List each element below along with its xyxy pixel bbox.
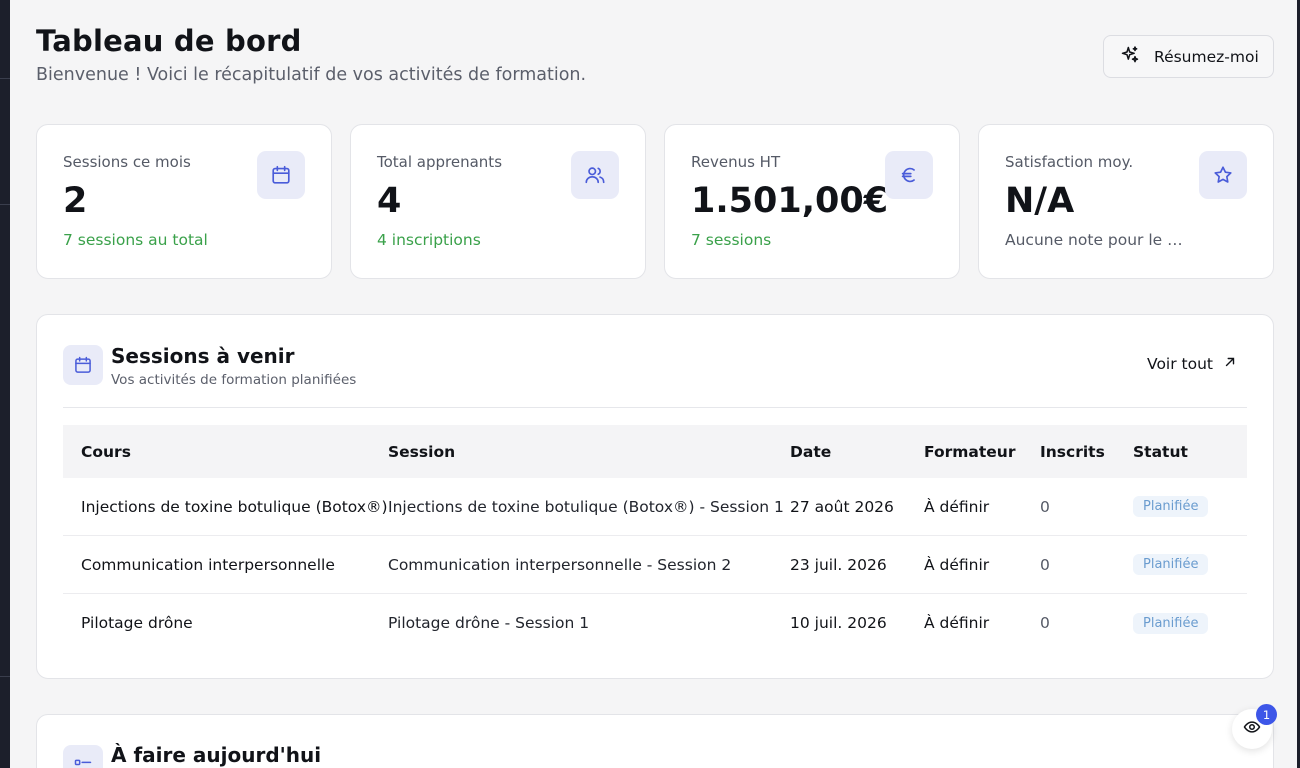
column-header[interactable]: Date <box>790 443 924 461</box>
column-header[interactable]: Cours <box>63 443 388 461</box>
column-header[interactable]: Formateur <box>924 443 1040 461</box>
page-title: Tableau de bord <box>36 24 302 58</box>
cell-enrolled: 0 <box>1040 614 1050 632</box>
calendar-icon <box>63 345 103 385</box>
cell-status: Planifiée <box>1133 496 1247 517</box>
cell-session: Injections de toxine botulique (Botox®) … <box>388 497 784 516</box>
cell-session: Pilotage drône - Session 1 <box>388 614 590 632</box>
stat-card-revenue: Revenus HT 1.501,00€ 7 sessions <box>664 124 960 279</box>
summarize-label: Résumez-moi <box>1154 47 1259 66</box>
cell-date: 10 juil. 2026 <box>790 614 887 632</box>
column-header[interactable]: Statut <box>1133 443 1247 461</box>
stat-card-satisfaction: Satisfaction moy. N/A Aucune note pour l… <box>978 124 1274 279</box>
stat-label: Total apprenants <box>377 153 503 171</box>
summarize-button[interactable]: Résumez-moi <box>1103 35 1274 78</box>
page-header: Tableau de bord Bienvenue ! Voici le réc… <box>36 0 1274 110</box>
cell-course: Pilotage drône <box>81 614 193 632</box>
notification-badge: 1 <box>1256 704 1277 725</box>
cell-session: Communication interpersonnelle - Session… <box>388 555 732 574</box>
stat-label: Revenus HT <box>691 153 781 171</box>
stat-sub: Aucune note pour le m... <box>1005 231 1185 249</box>
stat-card-sessions: Sessions ce mois 2 7 sessions au total <box>36 124 332 279</box>
cell-course: Injections de toxine botulique (Botox®) <box>81 497 388 516</box>
cell-course: Communication interpersonnelle <box>81 555 335 574</box>
upcoming-sessions-card: Sessions à venir Vos activités de format… <box>36 314 1274 679</box>
section-title: À faire aujourd'hui <box>111 743 322 767</box>
see-all-label: Voir tout <box>1147 355 1213 373</box>
stat-sub: 4 inscriptions <box>377 231 481 249</box>
stat-label: Satisfaction moy. <box>1005 153 1134 171</box>
table-row[interactable]: Communication interpersonnelle Communica… <box>63 536 1247 594</box>
cell-status: Planifiée <box>1133 612 1247 634</box>
stat-label: Sessions ce mois <box>63 153 191 171</box>
users-icon <box>571 151 619 199</box>
cell-status: Planifiée <box>1133 554 1247 575</box>
cell-enrolled: 0 <box>1040 555 1050 574</box>
stat-sub: 7 sessions <box>691 231 772 249</box>
cell-date: 27 août 2026 <box>790 497 894 516</box>
cell-trainer: À définir <box>924 497 990 516</box>
divider <box>63 407 1247 408</box>
cell-trainer: À définir <box>924 614 990 632</box>
stat-value: N/A <box>1005 181 1075 221</box>
cell-trainer: À définir <box>924 555 990 574</box>
cell-enrolled: 0 <box>1040 497 1050 516</box>
table-row[interactable]: Injections de toxine botulique (Botox®) … <box>63 478 1247 536</box>
checklist-icon <box>63 745 103 768</box>
column-header[interactable]: Inscrits <box>1040 443 1133 461</box>
table-row[interactable]: Pilotage drône Pilotage drône - Session … <box>63 594 1247 652</box>
app-sidebar-edge <box>0 0 10 768</box>
stat-sub: 7 sessions au total <box>63 231 208 249</box>
stat-value: 2 <box>63 181 88 221</box>
arrow-up-right-icon <box>1223 355 1237 373</box>
todo-today-card: À faire aujourd'hui <box>36 714 1274 768</box>
section-title: Sessions à venir <box>111 344 295 368</box>
stats-row: Sessions ce mois 2 7 sessions au total T… <box>36 124 1274 279</box>
section-subtitle: Vos activités de formation planifiées <box>111 372 357 388</box>
sparkles-icon <box>1120 45 1140 69</box>
dashboard-main: Tableau de bord Bienvenue ! Voici le réc… <box>36 0 1274 768</box>
stat-card-learners: Total apprenants 4 4 inscriptions <box>350 124 646 279</box>
sessions-table: Cours Session Date Formateur Inscrits St… <box>63 425 1247 652</box>
status-badge: Planifiée <box>1133 496 1209 517</box>
stat-value: 1.501,00€ <box>691 181 889 221</box>
see-all-link[interactable]: Voir tout <box>1147 355 1237 373</box>
euro-icon <box>885 151 933 199</box>
column-header[interactable]: Session <box>388 443 790 461</box>
status-badge: Planifiée <box>1133 612 1209 634</box>
cell-date: 23 juil. 2026 <box>790 555 887 574</box>
table-header: Cours Session Date Formateur Inscrits St… <box>63 425 1247 478</box>
page-subtitle: Bienvenue ! Voici le récapitulatif de vo… <box>36 65 587 85</box>
star-icon <box>1199 151 1247 199</box>
status-badge: Planifiée <box>1133 554 1209 575</box>
calendar-icon <box>257 151 305 199</box>
stat-value: 4 <box>377 181 402 221</box>
